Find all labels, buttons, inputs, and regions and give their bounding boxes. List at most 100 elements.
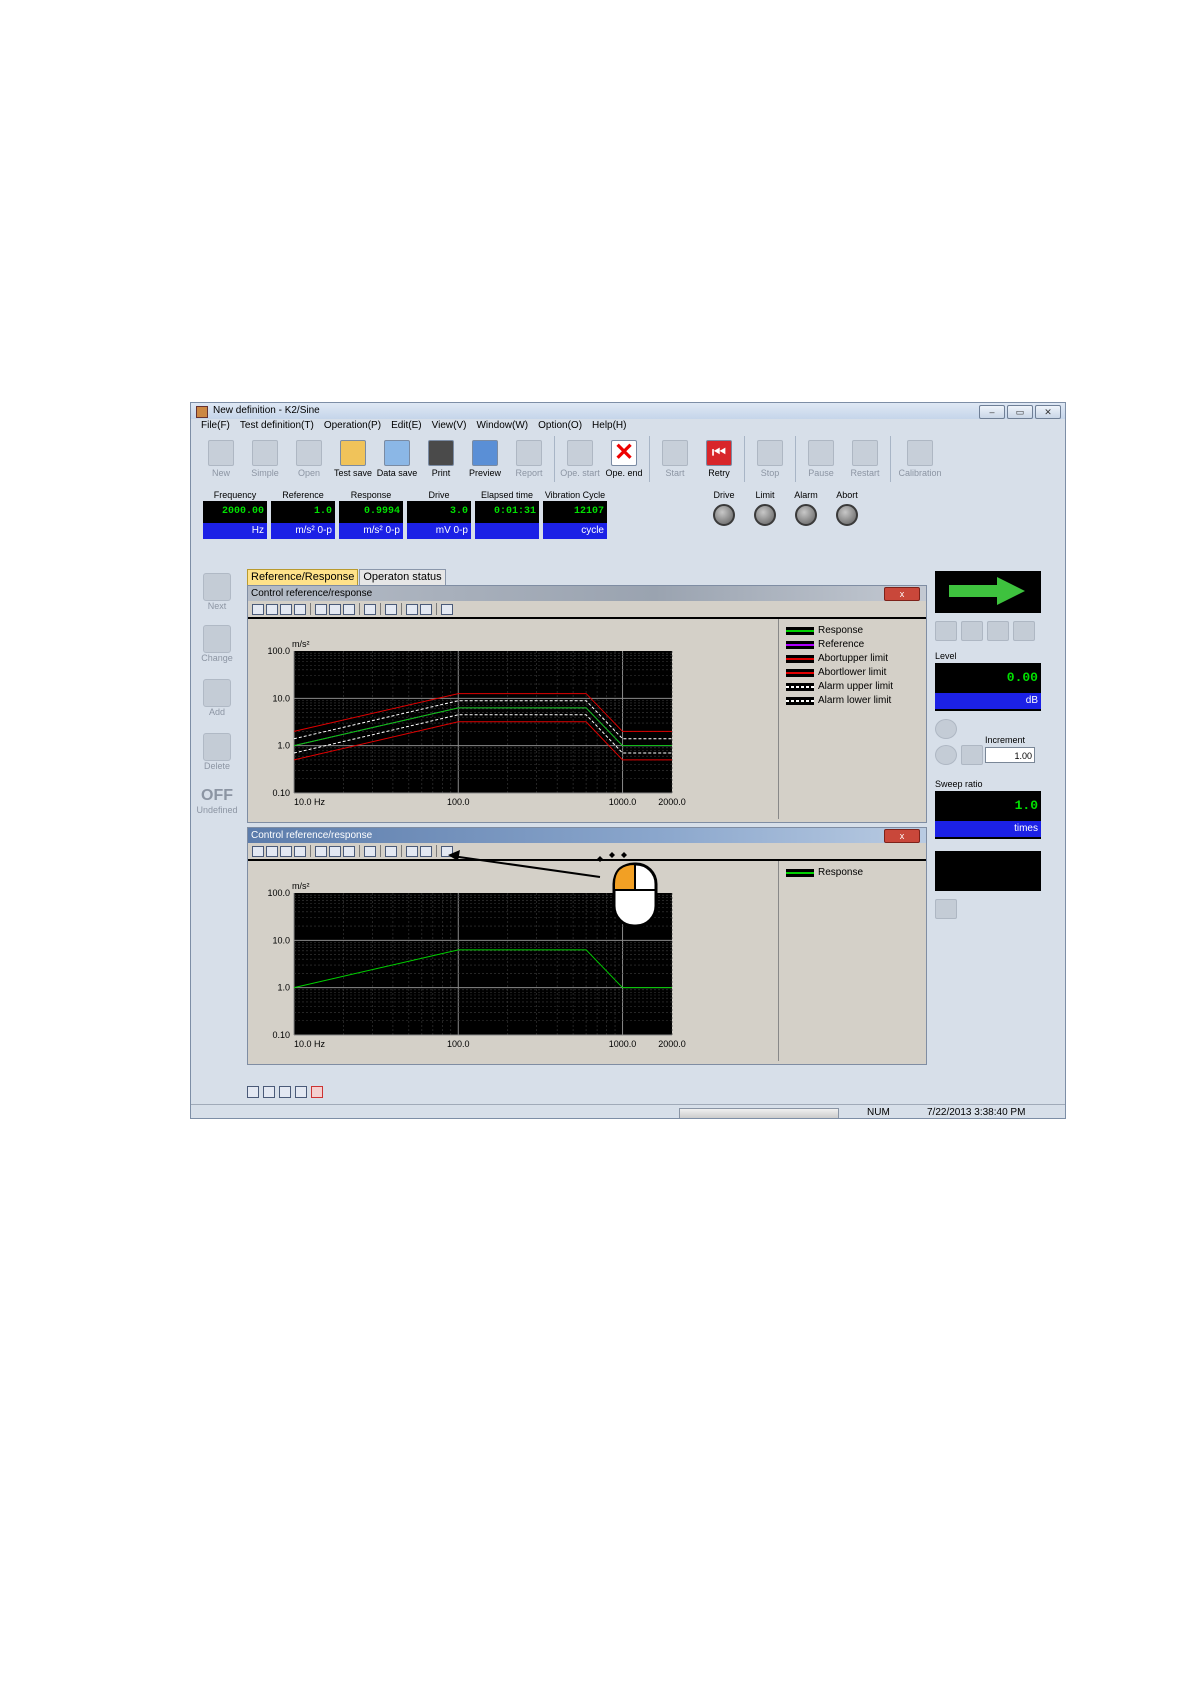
tile-horizontal-icon[interactable] [247, 1086, 259, 1098]
zoom-x-out-icon[interactable] [266, 603, 278, 615]
properties-icon[interactable] [329, 603, 341, 615]
cursor-icon[interactable] [406, 603, 418, 615]
retry-button[interactable]: ⏮ Retry [697, 434, 741, 486]
arrange-icon[interactable] [295, 1086, 307, 1098]
cascade-icon[interactable] [279, 1086, 291, 1098]
sweep-save-button[interactable] [987, 621, 1009, 641]
clipboard-icon[interactable] [364, 845, 376, 857]
legend-toggle-icon[interactable] [441, 845, 453, 857]
plot-window-1: Control reference/response x 100.0 10.0 1.… [247, 585, 927, 823]
increment-edit-button[interactable] [961, 745, 983, 765]
level-up-button[interactable] [935, 719, 957, 739]
close-plot-button[interactable]: x [884, 829, 920, 843]
menu-window[interactable]: Window(W) [476, 419, 528, 433]
x-tick-label: 1000.0 [609, 797, 637, 807]
zoom-y-in-icon[interactable] [280, 603, 292, 615]
calibration-button[interactable]: Calibration [894, 434, 946, 486]
magnifier-icon[interactable] [315, 845, 327, 857]
menu-option[interactable]: Option(O) [538, 419, 582, 433]
toolbar-separator [310, 603, 311, 615]
open-button[interactable]: Open [287, 434, 331, 486]
reset-button[interactable] [935, 899, 957, 919]
menu-view[interactable]: View(V) [432, 419, 467, 433]
zoom-y-out-icon[interactable] [294, 603, 306, 615]
sweep-hold-button[interactable] [935, 621, 957, 641]
left-panel: Next Change Add Delete OFF Undefined [191, 565, 241, 1095]
increment-input[interactable]: 1.00 [985, 747, 1035, 763]
y-tick-label: 0.10 [272, 788, 290, 798]
stop-button[interactable]: Stop [748, 434, 792, 486]
lamp-label: Alarm [794, 490, 818, 500]
preview-magnifier-icon [472, 440, 498, 466]
change-button[interactable]: Change [195, 625, 239, 663]
ope-start-button[interactable]: Ope. start [558, 434, 602, 486]
pause-button[interactable]: Pause [799, 434, 843, 486]
meter-value: 1.0 [271, 501, 335, 523]
down-arrow-icon [203, 573, 231, 601]
test-save-icon [340, 440, 366, 466]
zoom-x-out-icon[interactable] [266, 845, 278, 857]
print-button[interactable]: Print [419, 434, 463, 486]
zoom-x-in-icon[interactable] [252, 603, 264, 615]
menu-test-definition[interactable]: Test definition(T) [240, 419, 314, 433]
ope-end-button[interactable]: ✕ Ope. end [602, 434, 646, 486]
zoom-x-in-icon[interactable] [252, 845, 264, 857]
tab-reference-response[interactable]: Reference/Response [247, 569, 359, 586]
settings-icon[interactable] [385, 603, 397, 615]
sweep-next-button[interactable] [1013, 621, 1035, 641]
test-save-button[interactable]: Test save [331, 434, 375, 486]
menu-file[interactable]: File(F) [201, 419, 230, 433]
clipboard-icon[interactable] [364, 603, 376, 615]
add-button[interactable]: Add [195, 679, 239, 717]
x-tick-label: 100.0 [447, 797, 470, 807]
sweep-hz-button[interactable] [961, 621, 983, 641]
alarm-lamp: Alarm [786, 489, 826, 526]
off-label: OFF [201, 787, 233, 804]
menu-help[interactable]: Help(H) [592, 419, 626, 433]
delete-button[interactable]: Delete [195, 733, 239, 771]
report-button[interactable]: Report [507, 434, 551, 486]
scale-icon[interactable] [420, 603, 432, 615]
new-button[interactable]: New [199, 434, 243, 486]
meter-label: Reference [282, 490, 324, 500]
start-button[interactable]: Start [653, 434, 697, 486]
scale-icon[interactable] [420, 845, 432, 857]
cursor-icon[interactable] [406, 845, 418, 857]
simple-button[interactable]: Simple [243, 434, 287, 486]
undo-zoom-icon[interactable] [343, 845, 355, 857]
next-button[interactable]: Next [195, 573, 239, 611]
level-down-button[interactable] [935, 745, 957, 765]
restart-button[interactable]: Restart [843, 434, 887, 486]
y-axis-unit: m/s² [292, 881, 310, 891]
legend-toggle-icon[interactable] [441, 603, 453, 615]
sweep-ratio-display: 1.0 times [935, 791, 1041, 839]
zoom-y-in-icon[interactable] [280, 845, 292, 857]
tile-vertical-icon[interactable] [263, 1086, 275, 1098]
settings-icon[interactable] [385, 845, 397, 857]
word-report-icon [516, 440, 542, 466]
off-button[interactable]: OFF Undefined [195, 787, 239, 815]
menu-edit[interactable]: Edit(E) [391, 419, 422, 433]
tab-operation-status[interactable]: Operaton status [359, 569, 446, 586]
restore-button[interactable]: ▭ [1007, 405, 1033, 419]
data-save-button[interactable]: Data save [375, 434, 419, 486]
close-all-icon[interactable] [311, 1086, 323, 1098]
title-bar: New definition - K2/Sine – ▭ ✕ [191, 403, 1065, 419]
undo-zoom-icon[interactable] [343, 603, 355, 615]
rewind-icon: ⏮ [706, 440, 732, 466]
legend-line [786, 700, 814, 702]
play-icon [662, 440, 688, 466]
x-tick-label: 1000.0 [609, 1039, 637, 1049]
legend-line [786, 644, 814, 646]
preview-button[interactable]: Preview [463, 434, 507, 486]
abort-lamp: Abort [827, 489, 867, 526]
close-plot-button[interactable]: x [884, 587, 920, 601]
menu-operation[interactable]: Operation(P) [324, 419, 381, 433]
magnifier-icon[interactable] [315, 603, 327, 615]
close-window-button[interactable]: ✕ [1035, 405, 1061, 419]
minimize-button[interactable]: – [979, 405, 1005, 419]
properties-icon[interactable] [329, 845, 341, 857]
lamp-indicator-icon [795, 504, 817, 526]
y-tick-label: 10.0 [272, 935, 290, 945]
zoom-y-out-icon[interactable] [294, 845, 306, 857]
